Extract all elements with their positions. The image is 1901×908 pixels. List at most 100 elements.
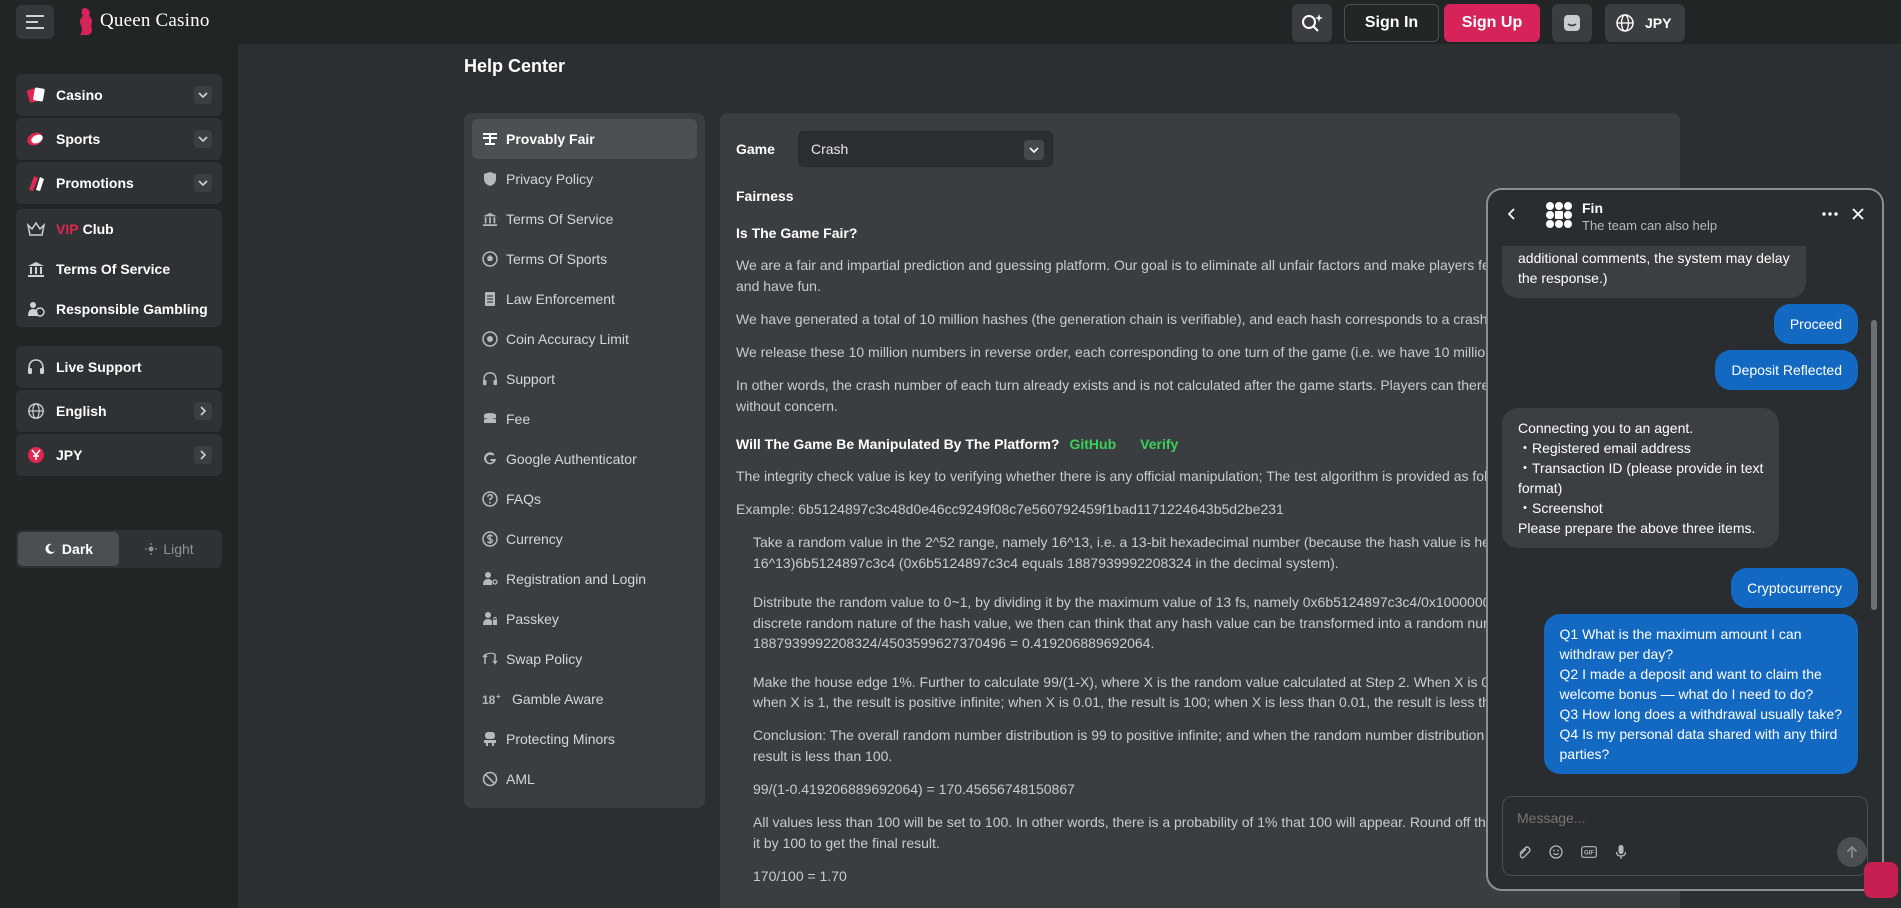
help-nav-google-authenticator[interactable]: Google Authenticator [472,439,697,479]
moon-icon [45,543,55,554]
help-nav-terms-of-sports[interactable]: Terms Of Sports [472,239,697,279]
help-nav-terms-of-service[interactable]: Terms Of Service [472,199,697,239]
sidebar-item-casino[interactable]: Casino [16,74,222,116]
help-nav-label: Google Authenticator [506,451,637,467]
sidebar-item-responsible-gambling[interactable]: Responsible Gambling [16,289,222,329]
step-paragraph: Conclusion: The overall random number di… [753,727,1573,743]
chat-header: Fin The team can also help [1488,190,1882,246]
microphone-icon[interactable] [1615,844,1627,860]
help-nav-support[interactable]: Support [472,359,697,399]
chat-subtitle: The team can also help [1582,218,1718,233]
help-nav-law-enforcement[interactable]: Law Enforcement [472,279,697,319]
help-nav-label: Gamble Aware [512,691,604,707]
message-line: Q1 What is the maximum amount I can [1559,626,1802,642]
help-nav-label: Protecting Minors [506,731,615,747]
help-nav-provably-fair[interactable]: Provably Fair [472,119,697,159]
queen-casino-logo[interactable]: Queen Casino [76,6,210,36]
message-line: additional comments, the system may dela… [1518,250,1790,266]
sign-in-button[interactable]: Sign In [1344,4,1439,42]
headset-icon [482,371,498,387]
currency-label: JPY [1645,15,1672,31]
github-link[interactable]: GitHub [1069,436,1116,452]
more-options-icon[interactable] [1822,212,1838,216]
chevron-left-icon[interactable] [1508,208,1516,220]
bank-icon [482,211,498,227]
hamburger-menu-button[interactable] [16,5,54,39]
top-header: Queen Casino Sign In Sign Up JPY [0,0,1901,44]
vip-prefix: VIP [56,221,79,237]
hamburger-icon [26,15,44,29]
verify-link[interactable]: Verify [1140,436,1178,452]
arrow-up-icon [1846,845,1858,858]
theme-light-label: Light [163,541,194,557]
theme-dark-label: Dark [61,541,94,557]
help-nav-faqs[interactable]: FAQs [472,479,697,519]
chat-toggle-button[interactable] [1552,4,1592,42]
sidebar-item-vip-club[interactable]: VIP Club [16,209,222,249]
gif-icon[interactable]: GIF [1581,846,1597,858]
message-line: Connecting you to an agent. [1518,420,1694,436]
help-nav-gamble-aware[interactable]: 18 + Gamble Aware [472,679,697,719]
sidebar-item-currency[interactable]: JPY [16,434,222,476]
sidebar-item-live-support[interactable]: Live Support [16,346,222,388]
language-currency-button[interactable]: JPY [1605,4,1685,42]
emoji-icon[interactable] [1549,845,1563,859]
help-nav-coin-accuracy-limit[interactable]: Coin Accuracy Limit [472,319,697,359]
paragraph: In other words, the crash number of each… [736,377,1582,393]
sidebar-item-terms-of-service[interactable]: Terms Of Service [16,249,222,289]
chevron-down-icon[interactable] [194,86,212,104]
step-paragraph: result is less than 100. [753,748,893,764]
message-line: Q3 How long does a withdrawal usually ta… [1559,706,1843,722]
help-nav-privacy-policy[interactable]: Privacy Policy [472,159,697,199]
chat-scrollbar[interactable] [1871,320,1877,610]
formula: 99/(1-0.419206889692064) = 170.456567481… [753,781,1075,797]
help-nav-swap-policy[interactable]: Swap Policy [472,639,697,679]
formula: 170/100 = 1.70 [753,868,847,884]
game-select[interactable]: Crash [798,131,1053,167]
sidebar-item-promotions[interactable]: Promotions [16,162,222,204]
coin-icon [482,331,498,347]
live-chat-launcher[interactable] [1864,862,1898,898]
search-button[interactable] [1292,4,1332,42]
ban-icon [482,771,498,787]
message-input[interactable] [1517,807,1847,829]
help-nav-protecting-minors[interactable]: Protecting Minors [472,719,697,759]
crown-icon [26,219,46,239]
sidebar-item-label: Terms Of Service [56,261,171,277]
document-icon [482,291,498,307]
sidebar: Casino Sports Promotions VIP Club Terms … [0,44,238,908]
18-plus-icon: 18 + [482,691,504,707]
close-icon[interactable] [1852,208,1864,220]
attachment-icon[interactable] [1517,845,1531,859]
chevron-right-icon[interactable] [194,402,212,420]
fin-avatar-icon [1544,200,1574,230]
game-select-value: Crash [811,141,849,157]
step-paragraph: discrete random nature of the hash value… [753,615,1562,631]
chevron-right-icon[interactable] [194,446,212,464]
sidebar-item-label: Responsible Gambling [56,301,208,317]
chat-widget: Fin The team can also help additional co… [1486,188,1884,891]
help-nav-registration-login[interactable]: Registration and Login [472,559,697,599]
svg-text:+: + [496,692,501,701]
sidebar-item-sports[interactable]: Sports [16,118,222,160]
message-line: Please prepare the above three items. [1518,520,1756,536]
search-icon [1302,14,1323,32]
chevron-down-icon[interactable] [194,130,212,148]
help-nav-label: Currency [506,531,563,547]
globe-icon [1616,14,1634,32]
theme-dark-button[interactable]: Dark [18,532,119,566]
promotions-icon [26,173,46,193]
sidebar-links-group: VIP Club Terms Of Service Responsible Ga… [16,209,222,327]
help-nav-passkey[interactable]: Passkey [472,599,697,639]
theme-light-button[interactable]: Light [119,532,220,566]
help-nav-fee[interactable]: Fee [472,399,697,439]
step-paragraph: All values less than 100 will be set to … [753,814,1613,830]
help-nav-label: Law Enforcement [506,291,615,307]
message-line: ・Transaction ID (please provide in text [1518,460,1764,476]
sidebar-item-language[interactable]: English [16,390,222,432]
help-nav-aml[interactable]: AML [472,759,697,799]
help-nav-currency[interactable]: Currency [472,519,697,559]
send-button[interactable] [1837,837,1867,867]
sign-up-button[interactable]: Sign Up [1444,4,1540,42]
chevron-down-icon[interactable] [194,174,212,192]
